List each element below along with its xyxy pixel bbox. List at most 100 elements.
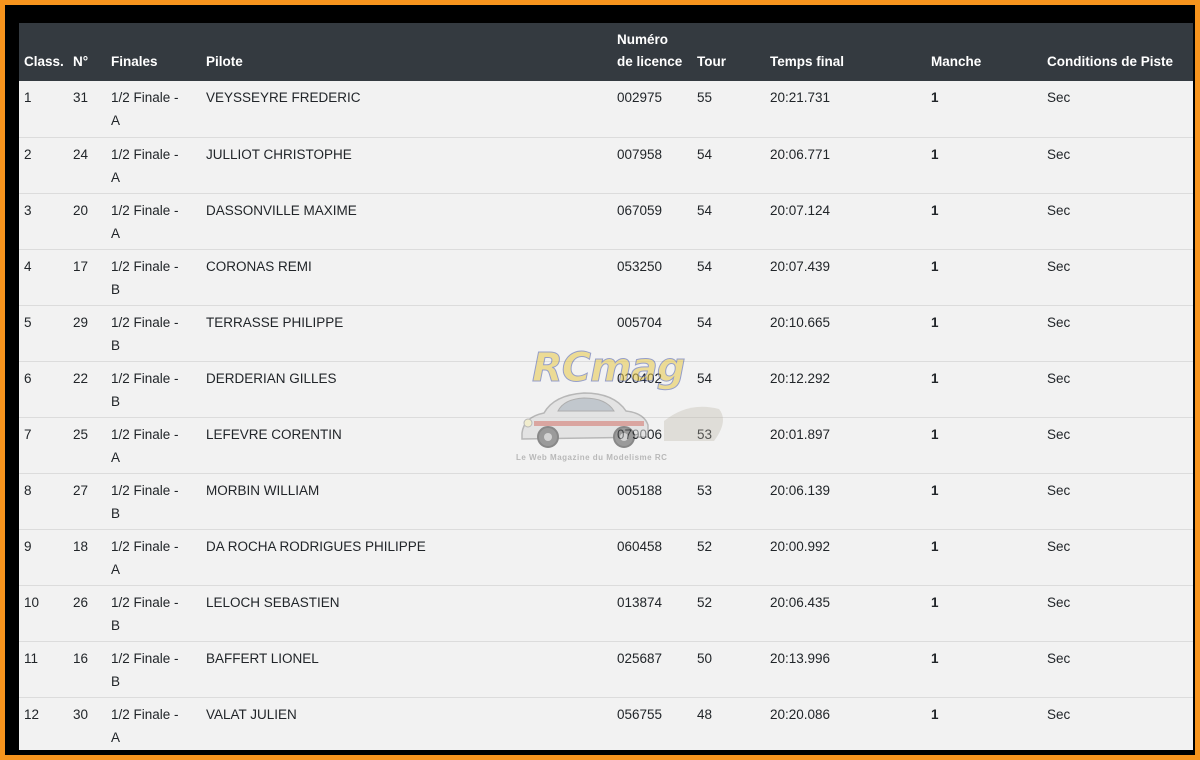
orange-black-frame: Class. N° Finales Pilote Numéro de licenc… — [5, 5, 1195, 755]
cell-pilot: LELOCH SEBASTIEN — [201, 584, 612, 641]
cell-heat: 1 — [926, 304, 1042, 361]
cell-number: 29 — [68, 304, 106, 361]
cell-number: 25 — [68, 416, 106, 473]
cell-rank: 4 — [19, 248, 68, 305]
cell-finale: 1/2 Finale - A — [106, 528, 201, 585]
finale-label: 1/2 Finale - — [111, 426, 179, 442]
cell-conditions: Sec — [1042, 528, 1193, 585]
cell-heat: 1 — [926, 528, 1042, 585]
cell-pilot: MORBIN WILLIAM — [201, 472, 612, 529]
finale-group: A — [111, 113, 121, 128]
cell-number: 16 — [68, 640, 106, 697]
finale-group: B — [111, 337, 121, 353]
cell-heat: 1 — [926, 696, 1042, 750]
cell-number: 20 — [68, 192, 106, 249]
cell-license: 020402 — [612, 360, 692, 417]
cell-laps: 54 — [692, 136, 765, 193]
cell-conditions: Sec — [1042, 584, 1193, 641]
cell-rank: 9 — [19, 528, 68, 585]
table-body: 1 31 1/2 Finale - A VEYSSEYRE FREDERIC 002975… — [19, 81, 1193, 750]
cell-pilot: LEFEVRE CORENTIN — [201, 416, 612, 473]
table-row: 10 26 1/2 Finale - B LELOCH SEBASTIEN 013874 5… — [19, 584, 1193, 641]
cell-number: 24 — [68, 136, 106, 193]
table-row: 7 25 1/2 Finale - A LEFEVRE CORENTIN 079006 53… — [19, 416, 1193, 473]
cell-license: 056755 — [612, 696, 692, 750]
cell-pilot: TERRASSE PHILIPPE — [201, 304, 612, 361]
cell-heat: 1 — [926, 360, 1042, 417]
cell-rank: 5 — [19, 304, 68, 361]
header-row: Class. N° Finales Pilote Numéro de licenc… — [19, 23, 1193, 81]
finale-group: B — [111, 281, 121, 297]
cell-laps: 55 — [697, 90, 713, 105]
cell-rank: 8 — [19, 472, 68, 529]
table-row: 3 20 1/2 Finale - A DASSONVILLE MAXIME 067059… — [19, 192, 1193, 249]
finale-label: 1/2 Finale - — [111, 90, 179, 105]
finale-label: 1/2 Finale - — [111, 258, 179, 274]
cell-time: 20:01.897 — [765, 416, 926, 473]
finale-label: 1/2 Finale - — [111, 706, 179, 722]
cell-conditions: Sec — [1042, 136, 1193, 193]
cell-pilot: CORONAS REMI — [201, 248, 612, 305]
cell-conditions: Sec — [1042, 360, 1193, 417]
cell-time: 20:13.996 — [765, 640, 926, 697]
cell-laps: 52 — [692, 528, 765, 585]
cell-laps: 54 — [692, 360, 765, 417]
finale-group: B — [111, 505, 121, 521]
cell-license: 067059 — [612, 192, 692, 249]
finale-group: B — [111, 617, 121, 633]
cell-conditions: Sec — [1042, 696, 1193, 750]
cell-pilot: DA ROCHA RODRIGUES PHILIPPE — [201, 528, 612, 585]
col-header-pilot: Pilote — [206, 54, 243, 69]
cell-finale: 1/2 Finale - B — [106, 360, 201, 417]
table-header: Class. N° Finales Pilote Numéro de licenc… — [19, 23, 1193, 81]
cell-license: 013874 — [612, 584, 692, 641]
cell-time: 20:21.731 — [770, 90, 831, 105]
cell-time: 20:12.292 — [765, 360, 926, 417]
finale-group: A — [111, 729, 121, 745]
cell-heat: 1 — [926, 472, 1042, 529]
cell-rank: 11 — [19, 640, 68, 697]
cell-number: 27 — [68, 472, 106, 529]
cell-pilot: JULLIOT CHRISTOPHE — [201, 136, 612, 193]
col-header-laps: Tour — [697, 54, 726, 69]
finale-group: B — [111, 673, 121, 689]
cell-license: 079006 — [612, 416, 692, 473]
col-header-license: Numéro de licence — [612, 23, 692, 81]
cell-time: 20:00.992 — [765, 528, 926, 585]
cell-license: 002975 — [617, 90, 663, 105]
cell-time: 20:06.435 — [765, 584, 926, 641]
table-row: 1 31 1/2 Finale - A VEYSSEYRE FREDERIC 002975… — [19, 81, 1193, 137]
cell-license: 053250 — [612, 248, 692, 305]
cell-conditions: Sec — [1042, 192, 1193, 249]
cell-laps: 54 — [692, 304, 765, 361]
col-header-license-line1: Numéro — [617, 32, 669, 47]
cell-heat: 1 — [926, 416, 1042, 473]
cell-conditions: Sec — [1042, 640, 1193, 697]
cell-conditions: Sec — [1042, 472, 1193, 529]
table-row: 2 24 1/2 Finale - A JULLIOT CHRISTOPHE 007958… — [19, 136, 1193, 193]
cell-number: 17 — [68, 248, 106, 305]
table-row: 11 16 1/2 Finale - B BAFFERT LIONEL 025687 50 2… — [19, 640, 1193, 697]
cell-heat: 1 — [926, 136, 1042, 193]
finale-label: 1/2 Finale - — [111, 370, 179, 386]
cell-heat: 1 — [931, 90, 939, 105]
col-header-conditions: Conditions de Piste — [1047, 54, 1174, 69]
cell-laps: 53 — [692, 416, 765, 473]
finale-label: 1/2 Finale - — [111, 538, 179, 554]
cell-time: 20:10.665 — [765, 304, 926, 361]
cell-laps: 54 — [692, 248, 765, 305]
cell-rank: 10 — [19, 584, 68, 641]
cell-heat: 1 — [926, 640, 1042, 697]
finale-label: 1/2 Finale - — [111, 146, 179, 162]
cell-time: 20:06.139 — [765, 472, 926, 529]
finale-label: 1/2 Finale - — [111, 314, 179, 330]
results-table: Class. N° Finales Pilote Numéro de licenc… — [19, 23, 1193, 750]
cell-finale: 1/2 Finale - A — [106, 416, 201, 473]
finale-group: A — [111, 561, 121, 577]
col-header-number: N° — [73, 54, 89, 69]
table-row: 8 27 1/2 Finale - B MORBIN WILLIAM 005188 53 20… — [19, 472, 1193, 529]
cell-laps: 53 — [692, 472, 765, 529]
table-row: 6 22 1/2 Finale - B DERDERIAN GILLES 020402 54… — [19, 360, 1193, 417]
cell-finale: 1/2 Finale - B — [106, 584, 201, 641]
table-row: 5 29 1/2 Finale - B TERRASSE PHILIPPE 005704 5… — [19, 304, 1193, 361]
